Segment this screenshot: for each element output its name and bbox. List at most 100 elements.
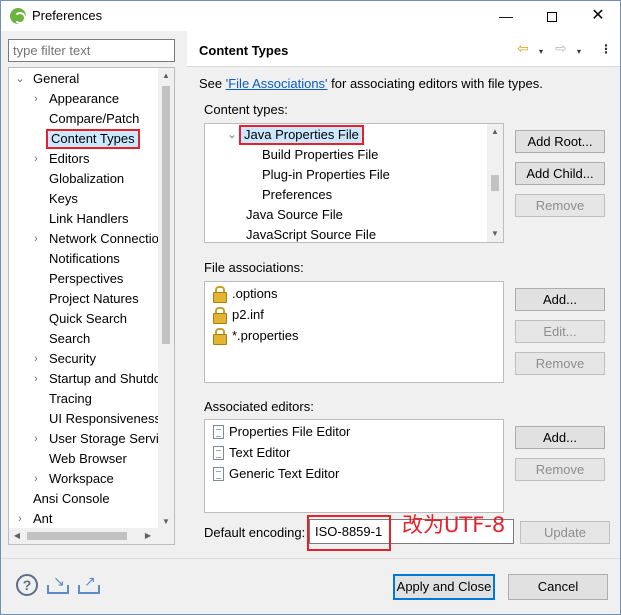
- page-title: Content Types: [199, 43, 289, 58]
- h-scroll-thumb[interactable]: [27, 532, 127, 540]
- tree-twisty-icon[interactable]: ⌄: [227, 125, 237, 145]
- tree-item[interactable]: Link Handlers: [9, 209, 157, 229]
- back-dropdown-icon[interactable]: ▾: [539, 45, 543, 59]
- back-arrow-icon[interactable]: ⇦: [517, 41, 529, 55]
- content-type-item[interactable]: Java Source File: [205, 205, 487, 225]
- tree-item[interactable]: › Security: [9, 349, 157, 369]
- add-child-button[interactable]: Add Child...: [515, 162, 605, 185]
- filter-input[interactable]: [8, 39, 175, 62]
- add-file-association-button[interactable]: Add...: [515, 288, 605, 311]
- file-association-item[interactable]: .options: [205, 284, 503, 304]
- hint-suffix: for associating editors with file types.: [327, 76, 543, 91]
- tree-item[interactable]: Ansi Console: [9, 489, 157, 509]
- tree-item[interactable]: ⌄ General: [9, 69, 157, 89]
- export-icon[interactable]: ↗: [78, 574, 100, 596]
- content-type-item[interactable]: ⌄ Java Properties File: [205, 125, 487, 145]
- forward-dropdown-icon[interactable]: ▾: [577, 45, 581, 59]
- maximize-button[interactable]: [529, 1, 575, 31]
- tree-item[interactable]: Keys: [9, 189, 157, 209]
- scroll-left-arrow[interactable]: ◀: [9, 528, 25, 544]
- tree-item-label: Web Browser: [49, 451, 127, 466]
- tree-item[interactable]: › Startup and Shutdo: [9, 369, 161, 389]
- tree-item[interactable]: Web Browser: [9, 449, 157, 469]
- tree-twisty-icon[interactable]: ›: [31, 149, 41, 169]
- minimize-button[interactable]: —: [483, 1, 529, 31]
- lock-icon: [213, 307, 227, 324]
- remove-file-association-button[interactable]: Remove: [515, 352, 605, 375]
- associated-editor-item[interactable]: Generic Text Editor: [205, 464, 503, 484]
- tree-item-label: Ant: [33, 511, 53, 526]
- tree-item[interactable]: UI Responsiveness: [9, 409, 161, 429]
- tree-twisty-icon[interactable]: ›: [31, 429, 41, 449]
- content-type-item[interactable]: JavaScript Source File: [205, 225, 487, 242]
- content-type-item[interactable]: Plug-in Properties File: [205, 165, 487, 185]
- associated-editor-label: Text Editor: [229, 445, 291, 460]
- ct-scroll-down-arrow[interactable]: ▼: [487, 226, 503, 242]
- add-editor-button[interactable]: Add...: [515, 426, 605, 449]
- content-types-scrollbar[interactable]: ▲ ▼: [487, 124, 503, 242]
- tree-item[interactable]: Tracing: [9, 389, 157, 409]
- tree-twisty-icon[interactable]: ›: [15, 509, 25, 529]
- associated-editor-item[interactable]: Properties File Editor: [205, 422, 503, 442]
- tree-item[interactable]: Content Types: [9, 129, 157, 149]
- tree-item[interactable]: › Editors: [9, 149, 157, 169]
- encoding-highlight-box: [307, 515, 391, 551]
- view-menu-icon[interactable]: ⋮: [600, 42, 613, 56]
- remove-content-type-button[interactable]: Remove: [515, 194, 605, 217]
- file-associations-link[interactable]: 'File Associations': [226, 76, 328, 91]
- content-type-item[interactable]: Preferences: [205, 185, 487, 205]
- tree-twisty-icon[interactable]: ⌄: [15, 69, 25, 89]
- tree-item-label: General: [33, 71, 80, 86]
- tree-horizontal-scrollbar[interactable]: ◀ ▶: [9, 528, 174, 544]
- forward-arrow-icon[interactable]: ⇨: [555, 41, 567, 55]
- associated-editor-item[interactable]: Text Editor: [205, 443, 503, 463]
- tree-item[interactable]: Project Natures: [9, 289, 157, 309]
- edit-file-association-button[interactable]: Edit...: [515, 320, 605, 343]
- cancel-button[interactable]: Cancel: [508, 574, 608, 600]
- tree-item[interactable]: Notifications: [9, 249, 157, 269]
- tree-twisty-icon[interactable]: ›: [31, 349, 41, 369]
- update-encoding-button[interactable]: Update: [520, 521, 610, 544]
- tree-item[interactable]: Perspectives: [9, 269, 157, 289]
- apply-and-close-button[interactable]: Apply and Close: [393, 574, 495, 600]
- content-type-label: Java Properties File: [239, 125, 364, 145]
- associated-editor-label: Generic Text Editor: [229, 466, 340, 481]
- tree-twisty-icon[interactable]: ›: [31, 89, 41, 109]
- annotation-text: 改为UTF-8: [402, 513, 506, 537]
- default-encoding-label: Default encoding:: [204, 525, 306, 540]
- tree-item[interactable]: Compare/Patch: [9, 109, 157, 129]
- tree-item[interactable]: Quick Search: [9, 309, 157, 329]
- import-icon[interactable]: ↘: [47, 574, 69, 596]
- tree-item[interactable]: › Appearance: [9, 89, 157, 109]
- content-type-label: Preferences: [262, 187, 333, 202]
- help-icon[interactable]: ?: [16, 574, 38, 596]
- file-association-item[interactable]: p2.inf: [205, 305, 503, 325]
- lock-icon: [213, 286, 227, 303]
- file-association-item[interactable]: *.properties: [205, 326, 503, 346]
- tree-twisty-icon[interactable]: ›: [31, 469, 41, 489]
- tree-item[interactable]: › User Storage Servic: [9, 429, 165, 449]
- tree-item[interactable]: › Network Connectio: [9, 229, 159, 249]
- remove-editor-button[interactable]: Remove: [515, 458, 605, 481]
- add-root-button[interactable]: Add Root...: [515, 130, 605, 153]
- content-type-label: JavaScript Source File: [246, 227, 377, 242]
- content-types-label: Content types:: [204, 102, 288, 117]
- tree-item-label: Project Natures: [49, 291, 139, 306]
- tree-item-label: Compare/Patch: [49, 111, 140, 126]
- title-bar: Preferences — ✕: [1, 1, 620, 31]
- ct-scroll-thumb[interactable]: [491, 175, 499, 191]
- close-button[interactable]: ✕: [575, 1, 620, 31]
- scroll-right-arrow[interactable]: ▶: [140, 528, 156, 544]
- tree-item-label: Perspectives: [49, 271, 124, 286]
- content-type-item[interactable]: Build Properties File: [205, 145, 487, 165]
- tree-twisty-icon[interactable]: ›: [31, 369, 41, 389]
- tree-item[interactable]: › Ant: [9, 509, 157, 529]
- scroll-thumb[interactable]: [162, 86, 170, 344]
- scroll-up-arrow[interactable]: ▲: [158, 68, 174, 84]
- tree-twisty-icon[interactable]: ›: [31, 229, 41, 249]
- tree-item[interactable]: › Workspace: [9, 469, 157, 489]
- ct-scroll-up-arrow[interactable]: ▲: [487, 124, 503, 140]
- tree-item[interactable]: Search: [9, 329, 157, 349]
- tree-vertical-scrollbar[interactable]: ▲ ▼: [158, 68, 174, 530]
- tree-item[interactable]: Globalization: [9, 169, 157, 189]
